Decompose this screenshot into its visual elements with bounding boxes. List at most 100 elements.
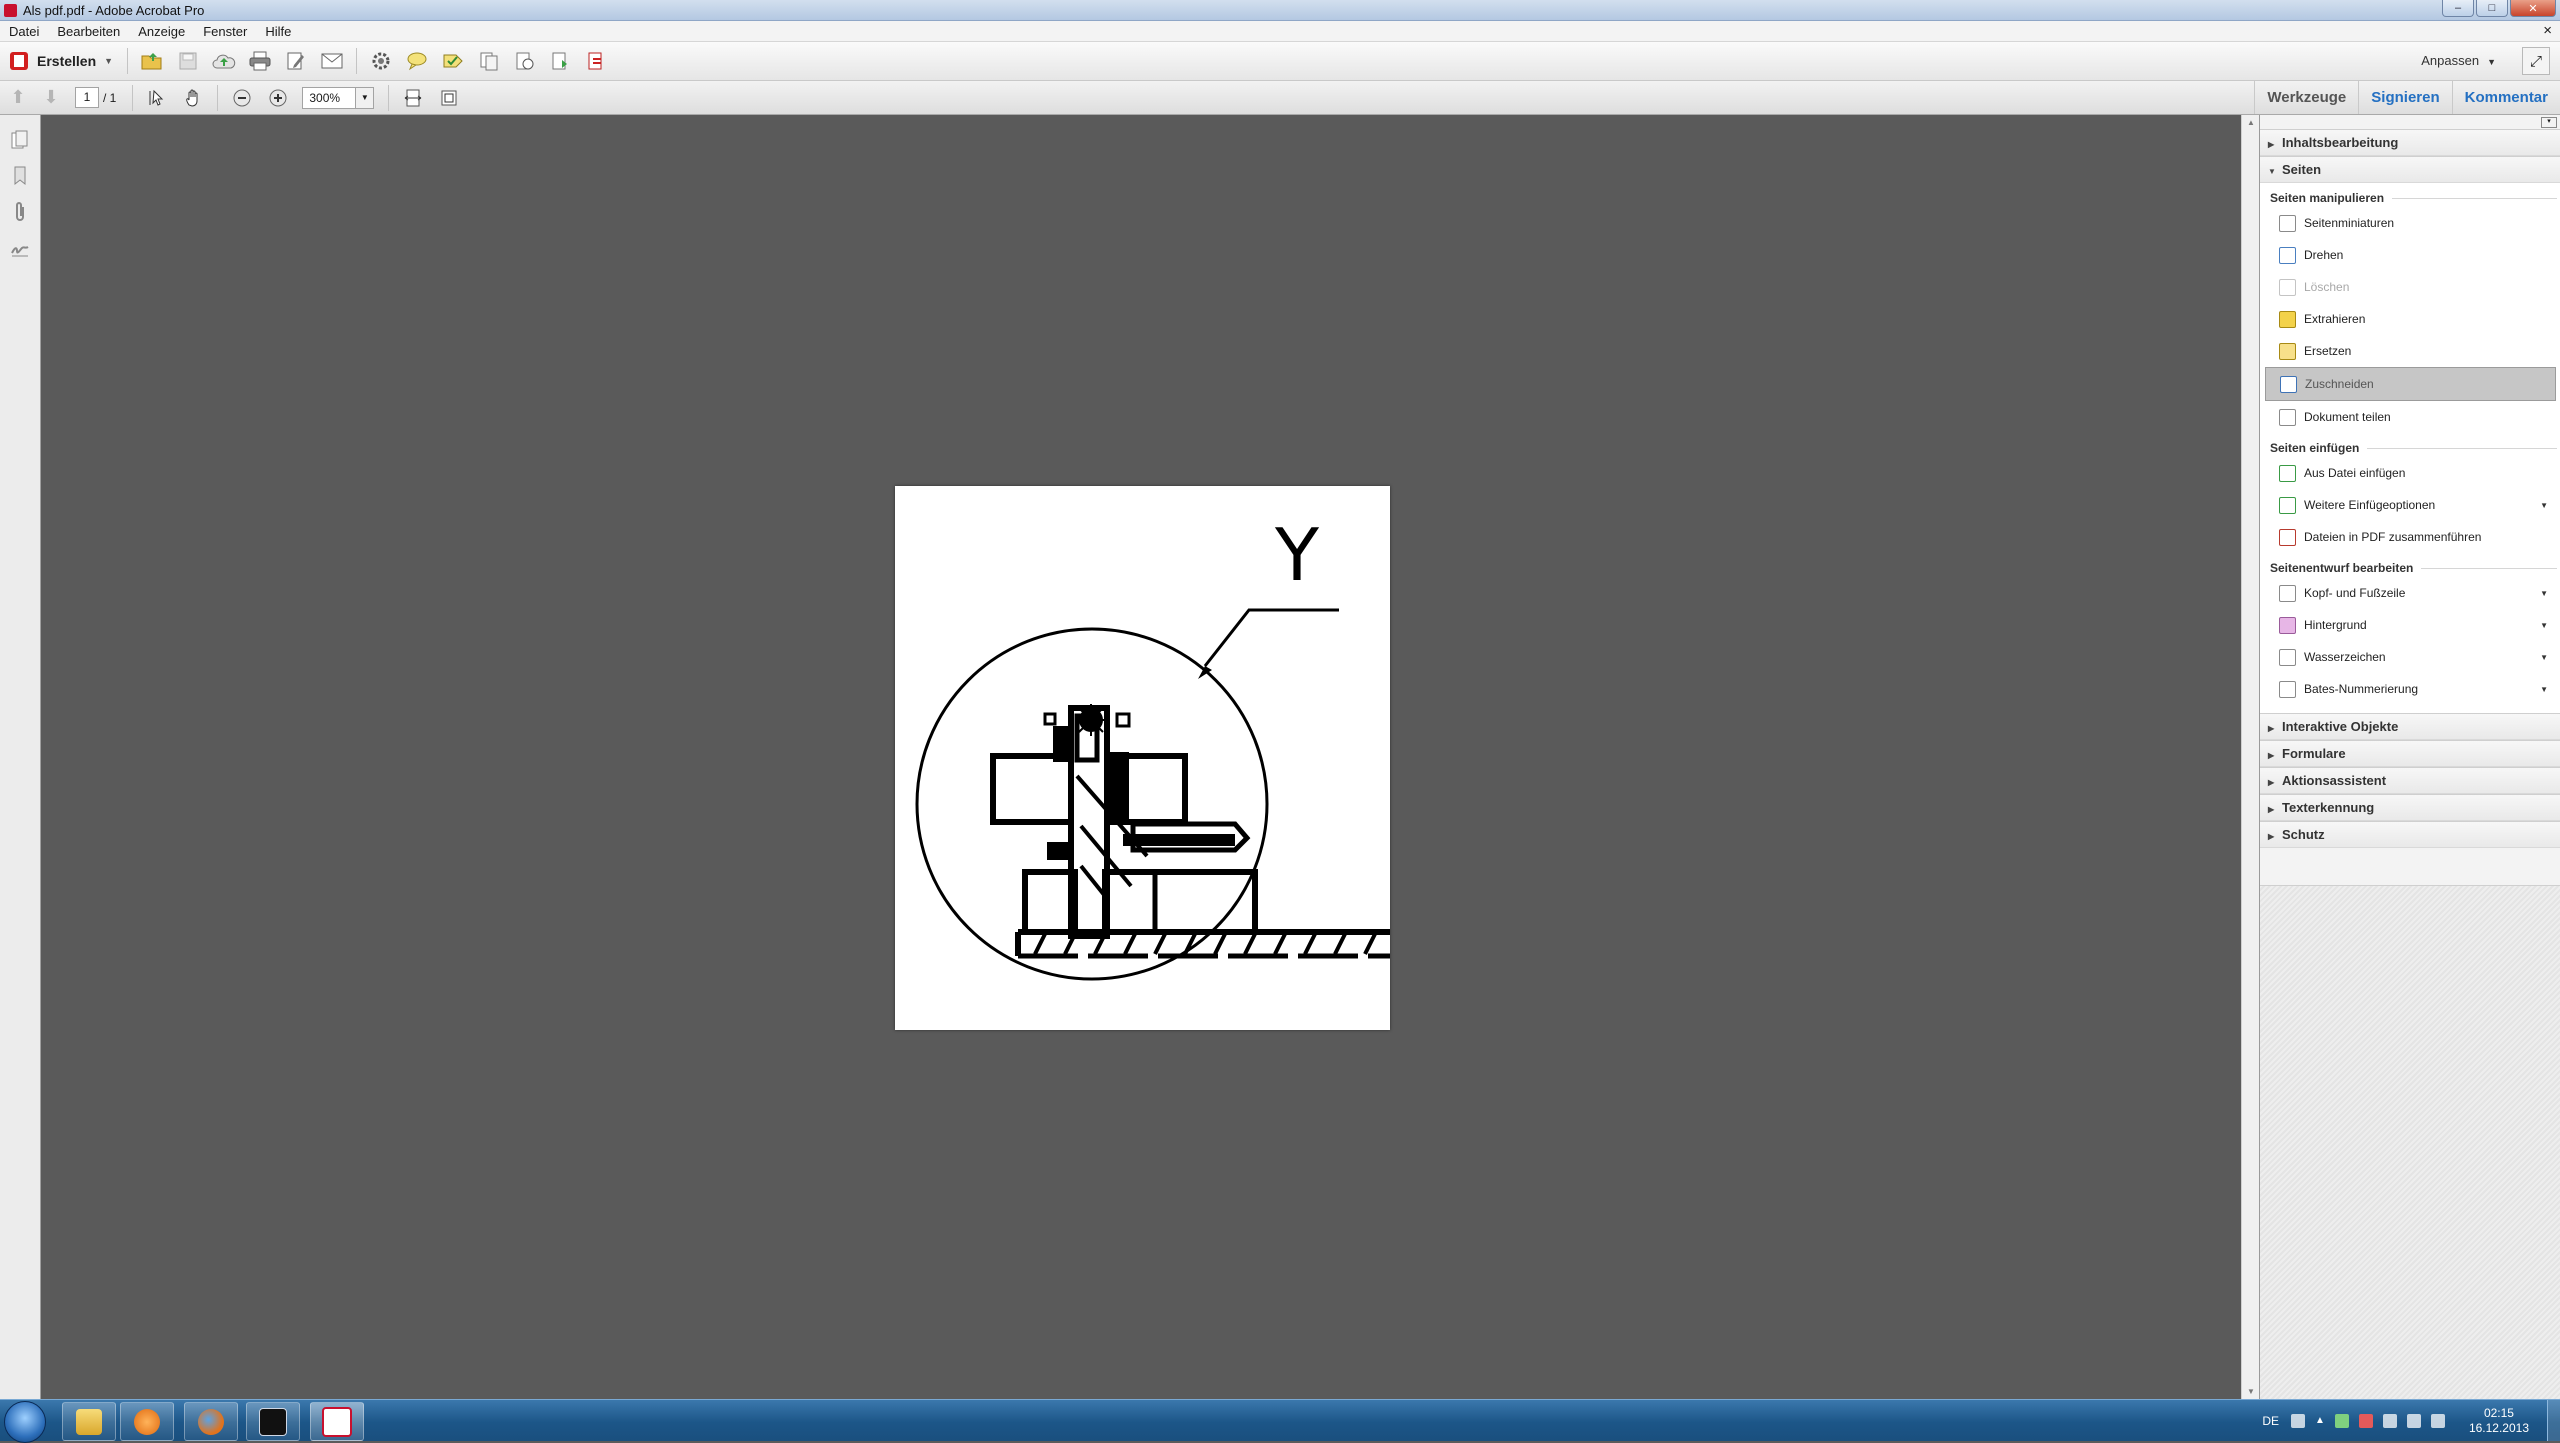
tool-combine-files[interactable]: Dateien in PDF zusammenführen (2265, 521, 2556, 553)
page-total: / 1 (103, 90, 117, 105)
bookmark-icon[interactable] (9, 165, 31, 187)
volume-icon[interactable] (2430, 1413, 2445, 1428)
save-icon[interactable] (173, 47, 203, 75)
tool-rotate[interactable]: Drehen (2265, 239, 2556, 271)
clock[interactable]: 02:15 16.12.2013 (2469, 1406, 2529, 1436)
select-cursor-icon[interactable] (142, 84, 172, 112)
edit-icon[interactable] (281, 47, 311, 75)
chevron-down-icon[interactable]: ▼ (2540, 501, 2548, 510)
chevron-down-icon[interactable]: ▼ (356, 86, 375, 109)
more-insert-icon (2279, 496, 2296, 514)
close-button[interactable]: ✕ (2510, 0, 2556, 17)
acrobat-app-icon (4, 3, 17, 17)
page-number-input[interactable]: 1 (75, 87, 99, 108)
section-action-wizard[interactable]: ▶ Aktionsassistent (2260, 767, 2560, 794)
taskbar-media-player[interactable] (120, 1402, 174, 1441)
tool-label: Ersetzen (2304, 344, 2352, 358)
cloud-upload-icon[interactable] (209, 47, 239, 75)
menu-file[interactable]: Datei (0, 24, 48, 39)
tool-watermark[interactable]: Wasserzeichen ▼ (2265, 641, 2556, 673)
section-interactive-objects[interactable]: ▶ Interaktive Objekte (2260, 713, 2560, 740)
section-text-recognition[interactable]: ▶ Texterkennung (2260, 794, 2560, 821)
scroll-down-icon[interactable]: ▼ (2247, 1387, 2255, 1396)
document-close-button[interactable]: × (2543, 22, 2552, 39)
tool-bates-numbering[interactable]: Bates-Nummerierung ▼ (2265, 673, 2556, 705)
tab-sign[interactable]: Signieren (2358, 81, 2451, 114)
hand-tool-icon[interactable] (178, 84, 208, 112)
network-icon[interactable] (2334, 1413, 2349, 1428)
zoom-in-icon[interactable] (263, 84, 293, 112)
start-button[interactable] (4, 1401, 46, 1443)
keyboard-icon[interactable] (2291, 1413, 2306, 1428)
combine-files-icon (2279, 528, 2296, 546)
tool-crop[interactable]: Zuschneiden (2265, 367, 2556, 401)
minimize-button[interactable]: – (2442, 0, 2474, 17)
language-indicator[interactable]: DE (2262, 1414, 2279, 1428)
tool-replace[interactable]: Ersetzen (2265, 335, 2556, 367)
previous-page-icon[interactable]: ⬆ (3, 84, 33, 112)
chevron-down-icon[interactable]: ▼ (2540, 653, 2548, 662)
pane-options-icon[interactable]: ▾ (2541, 117, 2557, 128)
maximize-button[interactable]: □ (2476, 0, 2508, 17)
create-button[interactable]: Erstellen ▼ (0, 47, 121, 75)
explorer-icon (76, 1408, 102, 1435)
comment-icon[interactable] (402, 47, 432, 75)
section-forms[interactable]: ▶ Formulare (2260, 740, 2560, 767)
tool-more-insert-options[interactable]: Weitere Einfügeoptionen ▼ (2265, 489, 2556, 521)
next-page-icon[interactable]: ⬇ (36, 84, 66, 112)
zoom-out-icon[interactable] (227, 84, 257, 112)
page-thumbnails-icon[interactable] (9, 129, 31, 151)
show-desktop-button[interactable] (2547, 1400, 2560, 1441)
menu-view[interactable]: Anzeige (129, 24, 194, 39)
scroll-up-icon[interactable]: ▲ (2247, 118, 2255, 127)
action-center-icon[interactable] (2382, 1413, 2397, 1428)
combine-icon[interactable] (582, 47, 612, 75)
acrobat-icon (322, 1406, 352, 1437)
tool-background[interactable]: Hintergrund ▼ (2265, 609, 2556, 641)
signature-icon[interactable] (9, 237, 31, 259)
chevron-down-icon[interactable]: ▼ (2540, 685, 2548, 694)
document-viewport[interactable]: Y (41, 115, 2241, 1399)
tab-tools[interactable]: Werkzeuge (2254, 81, 2358, 114)
open-folder-icon[interactable] (137, 47, 167, 75)
show-hidden-icons-icon[interactable]: ▲ (2315, 1415, 2325, 1426)
toolbar-separator (127, 48, 129, 74)
taskbar-acrobat[interactable] (310, 1402, 364, 1441)
fit-width-icon[interactable] (398, 84, 428, 112)
tool-delete[interactable]: Löschen (2265, 271, 2556, 303)
security-icon[interactable] (2358, 1413, 2373, 1428)
tool-label: Kopf- und Fußzeile (2304, 586, 2406, 600)
menu-help[interactable]: Hilfe (256, 24, 300, 39)
collapse-triangle-icon: ▼ (2268, 167, 2276, 176)
tool-extract[interactable]: Extrahieren (2265, 303, 2556, 335)
menu-window[interactable]: Fenster (194, 24, 256, 39)
vertical-scrollbar[interactable]: ▲ ▼ (2241, 115, 2260, 1399)
print-icon[interactable] (245, 47, 275, 75)
fit-page-icon[interactable] (434, 84, 464, 112)
menu-edit[interactable]: Bearbeiten (48, 24, 129, 39)
insert-pages-icon[interactable] (510, 47, 540, 75)
zoom-level-input[interactable]: 300% (302, 86, 357, 109)
section-content-editing[interactable]: ▶ Inhaltsbearbeitung (2260, 129, 2560, 156)
chevron-down-icon[interactable]: ▼ (2540, 621, 2548, 630)
tab-comment[interactable]: Kommentar (2451, 81, 2560, 114)
tool-insert-from-file[interactable]: Aus Datei einfügen (2265, 457, 2556, 489)
attachment-icon[interactable] (9, 201, 31, 223)
email-icon[interactable] (317, 47, 347, 75)
tool-thumbnails[interactable]: Seitenminiaturen (2265, 207, 2556, 239)
taskbar-explorer[interactable] (62, 1402, 116, 1441)
display-icon[interactable] (2406, 1413, 2421, 1428)
expand-icon[interactable]: ⤢ (2522, 47, 2550, 75)
pages-icon[interactable] (474, 47, 504, 75)
customize-dropdown[interactable]: Anpassen ▼ (2421, 53, 2496, 68)
section-pages[interactable]: ▼ Seiten (2260, 156, 2560, 183)
tool-split-document[interactable]: Dokument teilen (2265, 401, 2556, 433)
gear-icon[interactable] (366, 47, 396, 75)
taskbar-terminal[interactable] (246, 1402, 300, 1441)
chevron-down-icon[interactable]: ▼ (2540, 589, 2548, 598)
section-protection[interactable]: ▶ Schutz (2260, 821, 2560, 848)
taskbar-firefox[interactable] (184, 1402, 238, 1441)
stamp-icon[interactable] (438, 47, 468, 75)
tool-header-footer[interactable]: Kopf- und Fußzeile ▼ (2265, 577, 2556, 609)
extract-icon[interactable] (546, 47, 576, 75)
